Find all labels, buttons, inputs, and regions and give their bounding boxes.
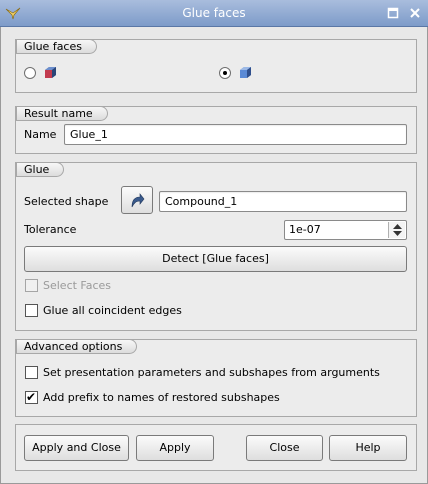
glue-group: Glue Selected shape Compound_1 Tolerance…: [15, 162, 417, 331]
help-button[interactable]: Help: [329, 435, 407, 461]
maximize-icon[interactable]: [386, 7, 400, 21]
glue-faces-group-label: Glue faces: [16, 39, 97, 54]
apply-button[interactable]: Apply: [136, 435, 214, 461]
button-bar: Apply and Close Apply Close Help: [15, 424, 417, 471]
tolerance-value: 1e-07: [289, 223, 321, 236]
select-shape-button[interactable]: [121, 186, 153, 214]
name-field[interactable]: Glue_1: [64, 124, 407, 145]
close-window-icon[interactable]: [408, 7, 422, 21]
faces-cube-icon: [45, 67, 56, 78]
add-prefix-checkbox[interactable]: [25, 390, 38, 404]
apply-and-close-button[interactable]: Apply and Close: [24, 435, 129, 461]
selected-shape-label: Selected shape: [24, 195, 109, 208]
result-name-group: Result name Name Glue_1: [15, 106, 417, 154]
tolerance-label: Tolerance: [24, 223, 77, 236]
glue-all-edges-label: Glue all coincident edges: [43, 304, 182, 317]
mode-faces-radio[interactable]: [24, 67, 36, 79]
add-prefix-label: Add prefix to names of restored subshape…: [43, 391, 280, 404]
select-faces-checkbox[interactable]: [25, 279, 38, 292]
title-bar: Glue faces: [0, 0, 428, 27]
dialog-body: Glue faces Result name Name Glue_1 Glue …: [0, 27, 428, 484]
detect-button[interactable]: Detect [Glue faces]: [24, 246, 407, 272]
selected-shape-field[interactable]: Compound_1: [159, 191, 407, 212]
set-presentation-label: Set presentation parameters and subshape…: [43, 366, 380, 379]
spin-arrows-icon[interactable]: [388, 222, 405, 238]
result-name-group-label: Result name: [16, 106, 108, 121]
edges-cube-icon: [240, 67, 251, 78]
advanced-options-group: Advanced options Set presentation parame…: [15, 339, 417, 417]
mode-edges-radio[interactable]: [219, 67, 231, 79]
advanced-options-group-label: Advanced options: [16, 339, 138, 354]
glue-group-label: Glue: [16, 162, 65, 177]
glue-faces-group: Glue faces: [15, 39, 417, 93]
glue-all-edges-checkbox[interactable]: [25, 304, 38, 317]
select-faces-label: Select Faces: [43, 279, 112, 292]
name-label: Name: [24, 128, 57, 141]
tolerance-spinbox[interactable]: 1e-07: [284, 220, 407, 240]
set-presentation-checkbox[interactable]: [25, 366, 38, 379]
select-arrow-icon: [131, 193, 145, 208]
close-button[interactable]: Close: [246, 435, 323, 461]
window-title: Glue faces: [182, 6, 246, 20]
